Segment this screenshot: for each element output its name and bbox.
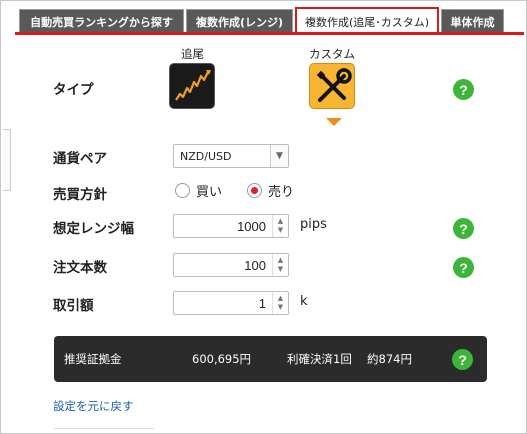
- currency-pair-label: 通貨ペア: [53, 151, 107, 167]
- radio-buy-label: 買い: [196, 185, 223, 200]
- currency-pair-value: NZD/USD: [180, 150, 232, 163]
- summary-margin: 600,695円: [192, 352, 252, 366]
- order-count-label: 注文本数: [53, 260, 107, 276]
- range-width-unit: pips: [300, 217, 327, 232]
- order-count-input[interactable]: 100 ▲ ▼: [173, 253, 289, 277]
- type-custom-caption: カスタム: [309, 47, 355, 61]
- tab-label: 自動売買ランキングから探す: [30, 15, 173, 29]
- radio-sell[interactable]: 売り: [247, 181, 294, 200]
- type-label: タイプ: [53, 82, 94, 98]
- summary-settlement: 利確決済1回: [287, 352, 352, 366]
- radio-sell-circle: [247, 183, 262, 198]
- tab-label: 複数作成(レンジ): [195, 15, 284, 29]
- selected-indicator-arrow: [326, 118, 342, 126]
- tab-ranking[interactable]: 自動売買ランキングから探す: [19, 9, 184, 33]
- tab-label: 単体作成: [450, 15, 495, 29]
- trade-amount-label: 取引額: [53, 298, 94, 314]
- type-trailing-caption: 追尾: [181, 47, 204, 61]
- tab-multi-range[interactable]: 複数作成(レンジ): [186, 9, 293, 33]
- stepper-arrows-icon[interactable]: ▲ ▼: [272, 254, 288, 276]
- order-count-value: 100: [244, 258, 266, 273]
- help-icon[interactable]: ?: [452, 349, 473, 370]
- divider: [54, 428, 154, 433]
- range-width-label: 想定レンジ幅: [53, 221, 134, 237]
- range-width-input[interactable]: 1000 ▲ ▼: [173, 214, 289, 238]
- help-icon[interactable]: ?: [453, 79, 474, 100]
- radio-sell-label: 売り: [268, 185, 295, 200]
- help-icon[interactable]: ?: [453, 257, 474, 278]
- trade-amount-unit: k: [300, 294, 308, 309]
- tab-underline: [15, 32, 524, 35]
- summary-label: 推奨証拠金: [64, 352, 122, 366]
- summary-approx: 約874円: [367, 352, 412, 366]
- side-collapse-handle[interactable]: [3, 129, 11, 191]
- radio-buy-circle: [175, 183, 190, 198]
- stepper-arrows-icon[interactable]: ▲ ▼: [272, 215, 288, 237]
- range-width-value: 1000: [237, 219, 266, 234]
- trade-amount-input[interactable]: 1 ▲ ▼: [173, 291, 289, 315]
- help-icon[interactable]: ?: [453, 218, 474, 239]
- trailing-chart-icon[interactable]: [169, 63, 215, 109]
- chevron-down-icon: ▼: [270, 145, 288, 167]
- wrench-screwdriver-icon[interactable]: [309, 63, 355, 109]
- recommended-margin-panel: 推奨証拠金 600,695円 利確決済1回 約874円 ?: [54, 336, 487, 382]
- radio-buy[interactable]: 買い: [175, 181, 222, 200]
- stepper-arrows-icon[interactable]: ▲ ▼: [272, 292, 288, 314]
- tab-label: 複数作成(追尾･カスタム): [304, 15, 430, 29]
- app-frame: 自動売買ランキングから探す 複数作成(レンジ) 複数作成(追尾･カスタム) 単体…: [0, 0, 527, 434]
- tab-multi-trail-custom[interactable]: 複数作成(追尾･カスタム): [295, 7, 439, 34]
- trade-amount-value: 1: [258, 296, 266, 311]
- reset-settings-link[interactable]: 設定を元に戻す: [53, 398, 134, 414]
- currency-pair-select[interactable]: NZD/USD ▼: [173, 144, 289, 168]
- tab-bar: 自動売買ランキングから探す 複数作成(レンジ) 複数作成(追尾･カスタム) 単体…: [1, 1, 526, 35]
- tab-single[interactable]: 単体作成: [441, 9, 504, 33]
- trade-direction-label: 売買方針: [53, 187, 107, 203]
